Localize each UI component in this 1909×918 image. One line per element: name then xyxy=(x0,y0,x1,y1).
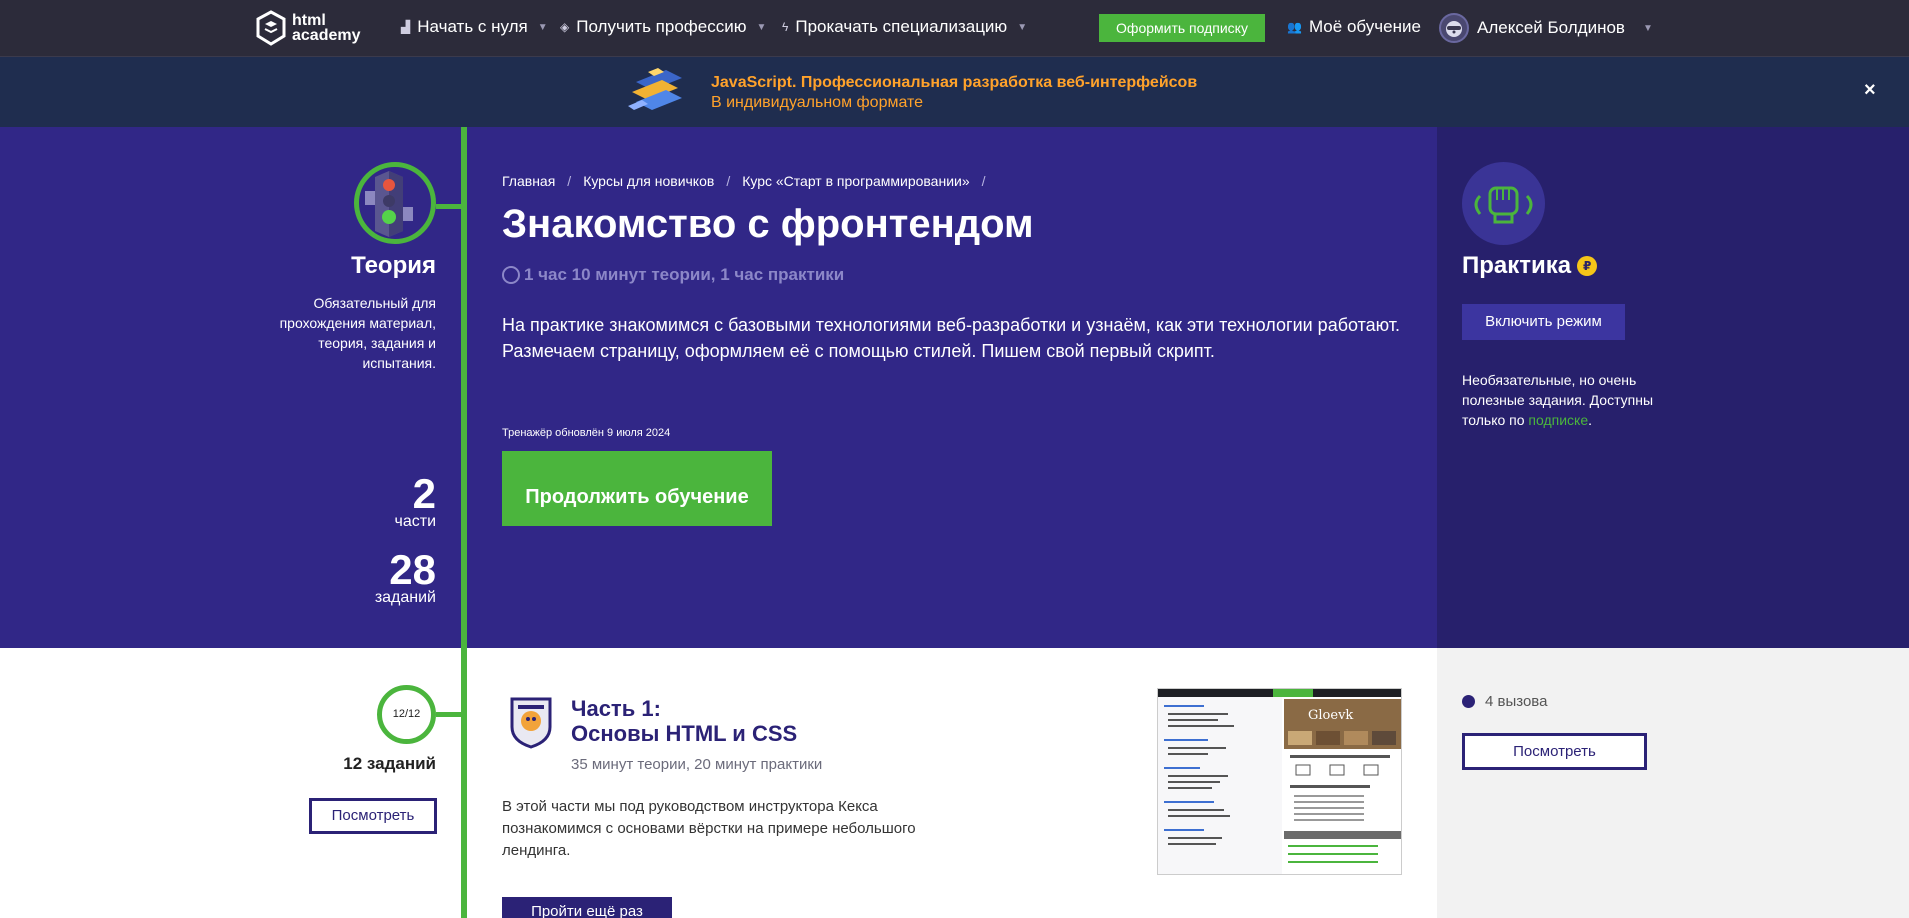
users-icon: 👥 xyxy=(1287,20,1302,34)
chevron-down-icon: ▼ xyxy=(537,21,548,33)
part-challenges-panel xyxy=(1437,648,1909,918)
part-preview-image[interactable]: Gloevk xyxy=(1157,688,1402,875)
nav-specialization-label: Прокачать специализацию xyxy=(795,17,1008,36)
breadcrumb-beginner-courses[interactable]: Курсы для новичков xyxy=(583,173,714,189)
nav-level-up-specialization[interactable]: ϟ Прокачать специализацию ▼ xyxy=(782,17,1027,37)
breadcrumb: Главная / Курсы для новичков / Курс «Ста… xyxy=(502,173,998,189)
parts-count: 2 xyxy=(412,470,436,517)
progress-rail-part xyxy=(461,648,467,918)
kex-shield-icon xyxy=(510,697,552,749)
avatar xyxy=(1439,13,1469,43)
user-name: Алексей Болдинов xyxy=(1477,18,1625,37)
editor-preview-illustration: Gloevk xyxy=(1158,689,1401,874)
course-duration: 1 час 10 минут теории, 1 час практики xyxy=(502,265,844,285)
banner-title: JavaScript. Профессиональная разработка … xyxy=(711,74,1198,91)
theory-title: Теория xyxy=(351,252,436,279)
graduation-cap-icon: ◈ xyxy=(560,20,570,34)
tasks-label: заданий xyxy=(374,589,436,606)
parts-label: части xyxy=(394,513,437,530)
page-title: Знакомство с фронтендом xyxy=(502,202,1034,246)
nav-start-label: Начать с нуля xyxy=(417,17,528,36)
part-description: В этой части мы под руководством инструк… xyxy=(502,798,916,859)
practice-title-text: Практика xyxy=(1462,252,1572,279)
close-icon[interactable]: × xyxy=(1864,79,1876,102)
nav-my-learning[interactable]: 👥 Моё обучение xyxy=(1287,17,1421,37)
subscribe-button[interactable]: Оформить подписку xyxy=(1099,14,1265,42)
html-academy-logo[interactable]: html academy xyxy=(256,10,361,46)
challenge-dot-icon xyxy=(1462,695,1475,708)
practice-description: Необязательные, но очень полезные задани… xyxy=(1462,370,1662,430)
lightning-icon: ϟ xyxy=(782,20,789,34)
retry-part-button[interactable]: Пройти ещё раз xyxy=(502,897,672,918)
enable-mode-button[interactable]: Включить режим xyxy=(1462,304,1625,340)
practice-description-tail: . xyxy=(1588,412,1593,428)
view-challenges-button[interactable]: Посмотреть xyxy=(1462,733,1647,770)
theory-badge xyxy=(354,162,436,244)
challenges-text: 4 вызова xyxy=(1485,693,1548,710)
my-learning-label: Моё обучение xyxy=(1308,17,1421,36)
updated-date: Тренажёр обновлён 9 июля 2024 xyxy=(502,427,671,439)
breadcrumb-separator: / xyxy=(567,173,572,189)
part-title: Часть 1: Основы HTML и CSS xyxy=(571,696,797,746)
user-menu[interactable]: Алексей Болдинов ▼ xyxy=(1439,13,1653,43)
traffic-light-icon xyxy=(365,171,413,237)
course-description: На практике знакомимся с базовыми технол… xyxy=(502,315,1401,361)
part-title-line-1: Часть 1: xyxy=(571,696,661,721)
breadcrumb-separator: / xyxy=(726,173,731,189)
part-duration: 35 минут теории, 20 минут практики xyxy=(571,756,823,773)
logo-line-2: academy xyxy=(292,27,361,44)
chevron-down-icon: ▼ xyxy=(756,21,767,33)
breadcrumb-separator: / xyxy=(981,173,986,189)
theory-description: Обязательный для прохождения материал, т… xyxy=(279,295,436,371)
preview-brand: Gloevk xyxy=(1308,708,1353,723)
nav-start-from-scratch[interactable]: ▟ Начать с нуля ▼ xyxy=(401,17,548,37)
part-progress-badge: 12/12 xyxy=(377,685,436,744)
academy-logo-icon xyxy=(256,10,286,46)
subscription-link[interactable]: подписке xyxy=(1528,412,1588,428)
logo-line-1: html xyxy=(292,12,326,29)
chevron-down-icon: ▼ xyxy=(1017,21,1028,33)
practice-title: Практика ₽ xyxy=(1462,252,1598,280)
breadcrumb-course[interactable]: Курс «Старт в программировании» xyxy=(742,173,969,189)
nav-get-profession[interactable]: ◈ Получить профессию ▼ xyxy=(560,17,766,37)
continue-learning-button[interactable]: Продолжить обучение xyxy=(502,451,772,526)
banner-subtitle: В индивидуальном формате xyxy=(711,94,924,111)
nav-profession-label: Получить профессию xyxy=(576,17,747,36)
part-tasks-count: 12 заданий xyxy=(343,754,436,773)
javascript-course-illustration xyxy=(628,68,682,110)
practice-badge xyxy=(1462,162,1545,245)
part-connector xyxy=(436,712,462,717)
challenges-count: 4 вызова xyxy=(1462,693,1547,710)
top-navigation: html academy ▟ Начать с нуля ▼ ◈ Получит… xyxy=(0,0,1909,57)
view-part-button[interactable]: Посмотреть xyxy=(309,798,437,834)
logo-wordmark: html academy xyxy=(292,12,361,44)
breadcrumb-home[interactable]: Главная xyxy=(502,173,555,189)
duration-text: 1 час 10 минут теории, 1 час практики xyxy=(524,265,845,284)
theory-connector xyxy=(436,204,462,209)
chevron-down-icon: ▼ xyxy=(1642,22,1653,34)
clock-icon xyxy=(502,266,520,284)
part-title-line-2: Основы HTML и CSS xyxy=(571,721,798,746)
fist-icon xyxy=(1474,186,1533,224)
tasks-count: 28 xyxy=(389,546,436,593)
raccoon-avatar-icon xyxy=(1446,21,1462,37)
bars-icon: ▟ xyxy=(401,20,411,34)
promo-banner[interactable]: JavaScript. Профессиональная разработка … xyxy=(0,57,1909,127)
coin-icon: ₽ xyxy=(1577,256,1598,276)
